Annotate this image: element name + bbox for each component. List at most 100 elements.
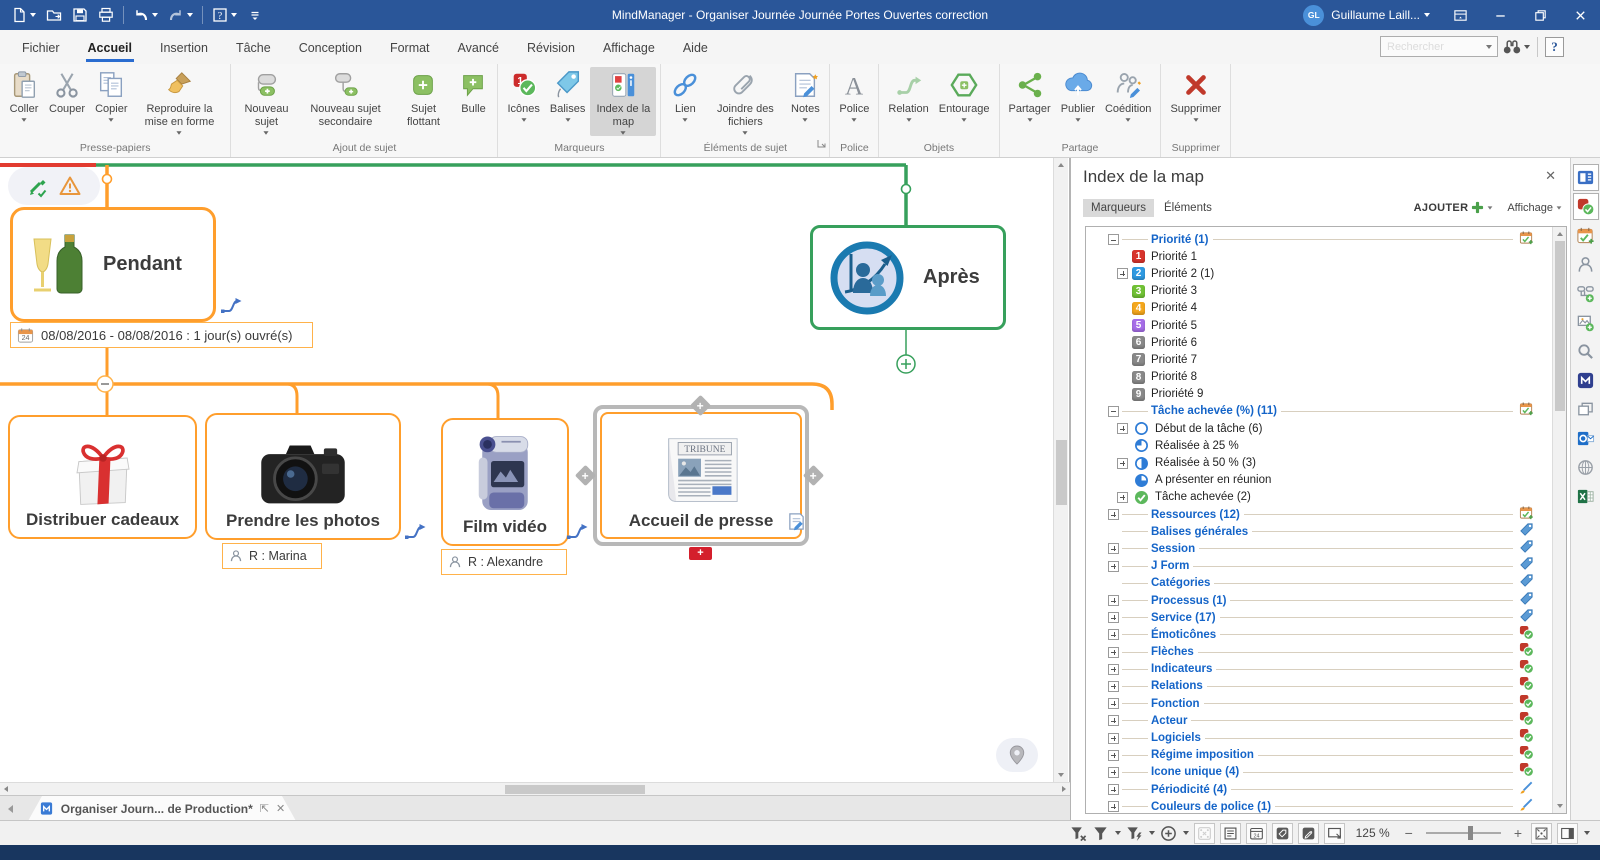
tree-item-debut-de-la-tache-6[interactable]: Début de la tâche (6) [1086, 420, 1566, 437]
collapse-icon[interactable] [1108, 406, 1119, 417]
canvas-vertical-scrollbar[interactable] [1053, 158, 1068, 782]
scrollbar-thumb[interactable] [1555, 241, 1565, 411]
redo-button[interactable] [163, 0, 198, 30]
open-file-button[interactable] [41, 0, 67, 30]
task-date-callout[interactable]: 24 08/08/2016 - 08/08/2016 : 1 jour(s) o… [10, 322, 313, 348]
tree-group-acteur[interactable]: Acteur [1086, 712, 1566, 729]
add-subtopic-badge[interactable]: + [689, 547, 712, 560]
customize-toolbar-button[interactable] [242, 0, 268, 30]
ribbon-display-options-button[interactable] [1440, 0, 1480, 30]
tree-item-realisee-a-50-3[interactable]: Réalisée à 50 % (3) [1086, 454, 1566, 471]
tree-group-emoticones[interactable]: Émoticônes [1086, 626, 1566, 643]
close-button[interactable] [1560, 0, 1600, 30]
tab-accueil[interactable]: Accueil [74, 33, 146, 64]
publier-button[interactable]: Publier [1056, 67, 1100, 123]
entourage-button[interactable]: Entourage [934, 67, 995, 123]
schedule-view-button[interactable]: 24 [1246, 823, 1267, 844]
tree-group-fleches[interactable]: Flèches [1086, 644, 1566, 661]
user-avatar[interactable]: GL [1303, 5, 1324, 26]
police-button[interactable]: APolice [834, 67, 874, 123]
add-plus-icon[interactable] [1471, 201, 1484, 214]
expand-icon[interactable] [1108, 784, 1119, 795]
topic-film-video[interactable]: Film vidéo [441, 418, 569, 546]
tree-group-processus-1[interactable]: Processus (1) [1086, 592, 1566, 609]
topic-accueil-de-presse[interactable]: TRIBUNE Accueil de presse [600, 412, 802, 539]
scroll-right-icon[interactable] [1062, 786, 1066, 792]
canvas-horizontal-scrollbar[interactable] [0, 782, 1070, 795]
tree-group-ressources-12[interactable]: Ressources (12) [1086, 506, 1566, 523]
view-chevron-icon[interactable] [1557, 206, 1562, 209]
undo-button[interactable] [128, 0, 163, 30]
tree-group-service-17[interactable]: Service (17) [1086, 609, 1566, 626]
tree-item-prioriete-9[interactable]: 9Prioriété 9 [1086, 386, 1566, 403]
tab-avance[interactable]: Avancé [444, 33, 513, 64]
markers-panel-button[interactable] [1573, 193, 1599, 220]
fit-map-button[interactable] [1531, 823, 1552, 844]
document-tab[interactable]: Organiser Journ... de Production* ⇱ ✕ [28, 796, 296, 821]
images-panel-button[interactable] [1573, 309, 1599, 336]
joindre-des-fichiers-button[interactable]: Joindre des fichiers [705, 67, 785, 136]
tree-group-logiciels[interactable]: Logiciels [1086, 729, 1566, 746]
tab-nav-left-icon[interactable] [8, 805, 13, 813]
tree-group-icone-unique-4[interactable]: Icone unique (4) [1086, 764, 1566, 781]
tab-revision[interactable]: Révision [513, 33, 589, 64]
balises-button[interactable]: Balises [545, 67, 590, 123]
search-panel-button[interactable] [1573, 338, 1599, 365]
reproduire-la-mise-en-forme-button[interactable]: Reproduire la mise en forme [132, 67, 226, 136]
new-document-button[interactable] [6, 0, 41, 30]
expand-icon[interactable] [1108, 612, 1119, 623]
scroll-down-icon[interactable] [1557, 804, 1563, 808]
resources-panel-button[interactable] [1573, 251, 1599, 278]
windows-panel-button[interactable] [1573, 396, 1599, 423]
tree-group-session[interactable]: Session [1086, 540, 1566, 557]
expand-icon[interactable] [1117, 268, 1128, 279]
tab-insertion[interactable]: Insertion [146, 33, 222, 64]
map-parts-panel-button[interactable] [1573, 280, 1599, 307]
tree-item-priorite-6[interactable]: 6Priorité 6 [1086, 334, 1566, 351]
expand-icon[interactable] [1108, 647, 1119, 658]
resource-marina[interactable]: R : Marina [222, 543, 322, 569]
scrollbar-thumb[interactable] [505, 785, 645, 794]
map-index-panel-button[interactable] [1573, 164, 1599, 191]
coller-button[interactable]: Coller [4, 67, 44, 123]
tab-close-icon[interactable]: ✕ [276, 802, 285, 815]
expand-icon[interactable] [1108, 767, 1119, 778]
restore-button[interactable] [1520, 0, 1560, 30]
notes-indicator-icon[interactable] [787, 512, 806, 536]
slide-view-button[interactable] [1324, 823, 1345, 844]
tab-affichage[interactable]: Affichage [589, 33, 669, 64]
lien-button[interactable]: Lien [665, 67, 705, 123]
expand-icon[interactable] [1108, 801, 1119, 812]
index-de-la-map-button[interactable]: Index de la map [590, 67, 656, 136]
tab-conception[interactable]: Conception [285, 33, 376, 64]
tree-item-priorite-8[interactable]: 8Priorité 8 [1086, 369, 1566, 386]
user-menu-chevron-icon[interactable] [1424, 13, 1430, 17]
scroll-down-icon[interactable] [1058, 773, 1064, 777]
expand-icon[interactable] [1117, 458, 1128, 469]
tree-group-priorite-1[interactable]: Priorité (1) [1086, 231, 1566, 248]
save-button[interactable] [67, 0, 93, 30]
panel-tab-elements[interactable]: Éléments [1156, 199, 1220, 217]
expand-icon[interactable] [1108, 561, 1119, 572]
expand-icon[interactable] [1108, 733, 1119, 744]
tree-group-indicateurs[interactable]: Indicateurs [1086, 661, 1566, 678]
warning-triangle-icon[interactable] [58, 174, 82, 198]
nouveau-sujet-secondaire-button[interactable]: Nouveau sujet secondaire [297, 67, 393, 130]
topic-prendre-les-photos[interactable]: Prendre les photos [205, 413, 401, 540]
tag-mode-button[interactable] [1272, 823, 1293, 844]
calendar-add-icon[interactable] [1519, 401, 1534, 421]
tree-group-tache-achevee-11[interactable]: Tâche achevée (%) (11) [1086, 403, 1566, 420]
user-name[interactable]: Guillaume Laill... [1331, 8, 1420, 22]
annotation-pencil-icon[interactable] [26, 174, 50, 198]
expand-icon[interactable] [1108, 750, 1119, 761]
search-dropdown-icon[interactable] [1486, 45, 1492, 49]
print-button[interactable] [93, 0, 119, 30]
relationship-icon[interactable] [220, 296, 242, 321]
tree-group-balises-generales[interactable]: Balises générales [1086, 523, 1566, 540]
panel-layout-button[interactable] [1557, 823, 1578, 844]
zoom-slider-thumb[interactable] [1468, 826, 1473, 840]
zoom-in-button[interactable]: + [1510, 825, 1526, 841]
topic-distribuer-cadeaux[interactable]: Distribuer cadeaux [8, 415, 197, 539]
map-location-button[interactable] [996, 738, 1038, 772]
tree-group-periodicite-4[interactable]: Périodicité (4) [1086, 781, 1566, 798]
